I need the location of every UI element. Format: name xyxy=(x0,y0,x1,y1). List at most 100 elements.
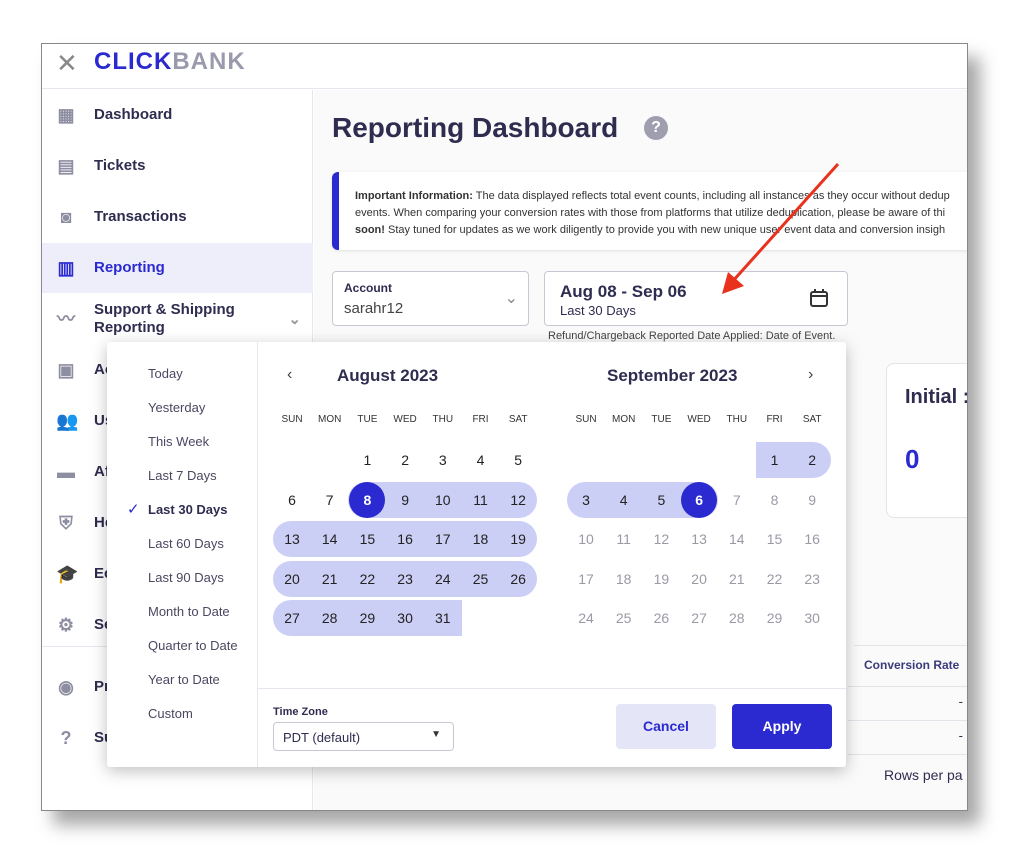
day-cell[interactable]: 1 xyxy=(756,442,794,478)
preset-custom[interactable]: Custom xyxy=(148,706,193,721)
day-cell[interactable]: 30 xyxy=(386,600,424,636)
day-cell[interactable]: 5 xyxy=(642,482,680,518)
badge-icon: ▣ xyxy=(57,360,75,380)
info-bold: soon! xyxy=(355,224,385,236)
day-cell[interactable]: 16 xyxy=(793,521,831,557)
day-cell[interactable]: 8 xyxy=(348,482,386,518)
day-cell[interactable]: 27 xyxy=(680,600,718,636)
day-cell[interactable]: 20 xyxy=(273,561,311,597)
day-cell[interactable]: 11 xyxy=(462,482,500,518)
day-cell[interactable]: 7 xyxy=(718,482,756,518)
timezone-value: PDT (default) xyxy=(283,730,361,745)
day-cell[interactable]: 22 xyxy=(756,561,794,597)
prev-month-button[interactable]: ‹ xyxy=(287,366,292,384)
next-month-button[interactable]: › xyxy=(808,366,813,384)
preset-yesterday[interactable]: Yesterday xyxy=(148,400,205,415)
day-cell[interactable]: 2 xyxy=(386,442,424,478)
preset-last-90-days[interactable]: Last 90 Days xyxy=(148,570,224,585)
day-cell[interactable]: 8 xyxy=(756,482,794,518)
day-cell[interactable]: 6 xyxy=(680,482,718,518)
day-cell[interactable]: 6 xyxy=(273,482,311,518)
day-cell[interactable]: 10 xyxy=(424,482,462,518)
day-cell[interactable]: 12 xyxy=(499,482,537,518)
day-cell[interactable]: 17 xyxy=(424,521,462,557)
day-cell[interactable]: 7 xyxy=(311,482,349,518)
day-cell[interactable]: 4 xyxy=(605,482,643,518)
preset-this-week[interactable]: This Week xyxy=(148,434,209,449)
day-cell[interactable]: 2 xyxy=(793,442,831,478)
preset-last-60-days[interactable]: Last 60 Days xyxy=(148,536,224,551)
day-cell[interactable]: 18 xyxy=(605,561,643,597)
weekday-label: TUE xyxy=(651,414,672,425)
day-cell[interactable]: 10 xyxy=(567,521,605,557)
day-cell[interactable]: 26 xyxy=(499,561,537,597)
day-cell[interactable]: 27 xyxy=(273,600,311,636)
day-cell[interactable]: 23 xyxy=(793,561,831,597)
day-cell[interactable]: 30 xyxy=(793,600,831,636)
day-cell[interactable]: 25 xyxy=(605,600,643,636)
day-cell[interactable]: 26 xyxy=(642,600,680,636)
day-cell[interactable]: 22 xyxy=(348,561,386,597)
day-cell[interactable]: 18 xyxy=(462,521,500,557)
receipt-search-icon: ◙ xyxy=(60,207,72,227)
day-cell[interactable]: 13 xyxy=(680,521,718,557)
month-title: August 2023 xyxy=(337,366,439,385)
day-cell[interactable]: 25 xyxy=(462,561,500,597)
day-cell[interactable]: 19 xyxy=(642,561,680,597)
date-range-preset: Last 30 Days xyxy=(560,303,636,318)
day-cell[interactable]: 4 xyxy=(462,442,500,478)
weekday-label: SAT xyxy=(508,414,528,425)
day-cell[interactable]: 5 xyxy=(499,442,537,478)
day-cell[interactable]: 9 xyxy=(793,482,831,518)
day-cell[interactable]: 14 xyxy=(718,521,756,557)
day-cell[interactable]: 11 xyxy=(605,521,643,557)
day-cell[interactable]: 24 xyxy=(567,600,605,636)
account-select[interactable]: Account sarahr12 ⌄ xyxy=(332,271,529,326)
weekday-label: WED xyxy=(393,414,417,425)
weekday-label: THU xyxy=(432,414,454,425)
timezone-select[interactable]: PDT (default) ▼ xyxy=(273,722,454,751)
day-cell[interactable]: 23 xyxy=(386,561,424,597)
info-banner: Important Information: The data displaye… xyxy=(332,172,967,250)
day-cell[interactable]: 9 xyxy=(386,482,424,518)
day-cell[interactable]: 29 xyxy=(756,600,794,636)
day-cell[interactable]: 20 xyxy=(680,561,718,597)
day-cell[interactable]: 24 xyxy=(424,561,462,597)
sidebar-item-transactions[interactable]: ◙ Transactions xyxy=(42,192,313,242)
day-cell[interactable]: 1 xyxy=(348,442,386,478)
day-cell[interactable]: 15 xyxy=(756,521,794,557)
day-cell[interactable]: 31 xyxy=(424,600,462,636)
day-cell[interactable]: 28 xyxy=(311,600,349,636)
day-cell[interactable]: 14 xyxy=(311,521,349,557)
apply-button[interactable]: Apply xyxy=(732,704,832,749)
day-cell[interactable]: 21 xyxy=(311,561,349,597)
preset-quarter-to-date[interactable]: Quarter to Date xyxy=(148,638,238,653)
preset-last-7-days[interactable]: Last 7 Days xyxy=(148,468,217,483)
preset-year-to-date[interactable]: Year to Date xyxy=(148,672,220,687)
preset-month-to-date[interactable]: Month to Date xyxy=(148,604,230,619)
sidebar-item-tickets[interactable]: ▤ Tickets xyxy=(42,141,313,191)
sidebar-item-reporting[interactable]: ▥ Reporting xyxy=(42,243,313,293)
sidebar-item-support-shipping-reporting[interactable]: 〰 Support & Shipping Reporting ⌄ xyxy=(42,294,313,344)
column-header-conversion-rate[interactable]: Conversion Rate xyxy=(864,658,959,672)
day-cell[interactable]: 21 xyxy=(718,561,756,597)
account-value: sarahr12 xyxy=(344,300,404,317)
sidebar-item-dashboard[interactable]: ▦ Dashboard xyxy=(42,90,313,140)
day-cell[interactable]: 15 xyxy=(348,521,386,557)
close-icon[interactable]: ✕ xyxy=(56,48,78,79)
day-cell[interactable]: 29 xyxy=(348,600,386,636)
day-cell[interactable]: 12 xyxy=(642,521,680,557)
cancel-button[interactable]: Cancel xyxy=(616,704,716,749)
day-cell[interactable]: 17 xyxy=(567,561,605,597)
preset-today[interactable]: Today xyxy=(148,366,183,381)
day-cell[interactable]: 3 xyxy=(424,442,462,478)
help-icon[interactable]: ? xyxy=(644,116,668,140)
day-cell[interactable]: 3 xyxy=(567,482,605,518)
day-cell[interactable]: 28 xyxy=(718,600,756,636)
info-line: Stay tuned for updates as we work dilige… xyxy=(384,224,946,236)
day-cell[interactable]: 13 xyxy=(273,521,311,557)
day-cell[interactable]: 16 xyxy=(386,521,424,557)
weekday-label: FRI xyxy=(472,414,489,425)
preset-last-30-days[interactable]: Last 30 Days xyxy=(148,502,228,517)
day-cell[interactable]: 19 xyxy=(499,521,537,557)
